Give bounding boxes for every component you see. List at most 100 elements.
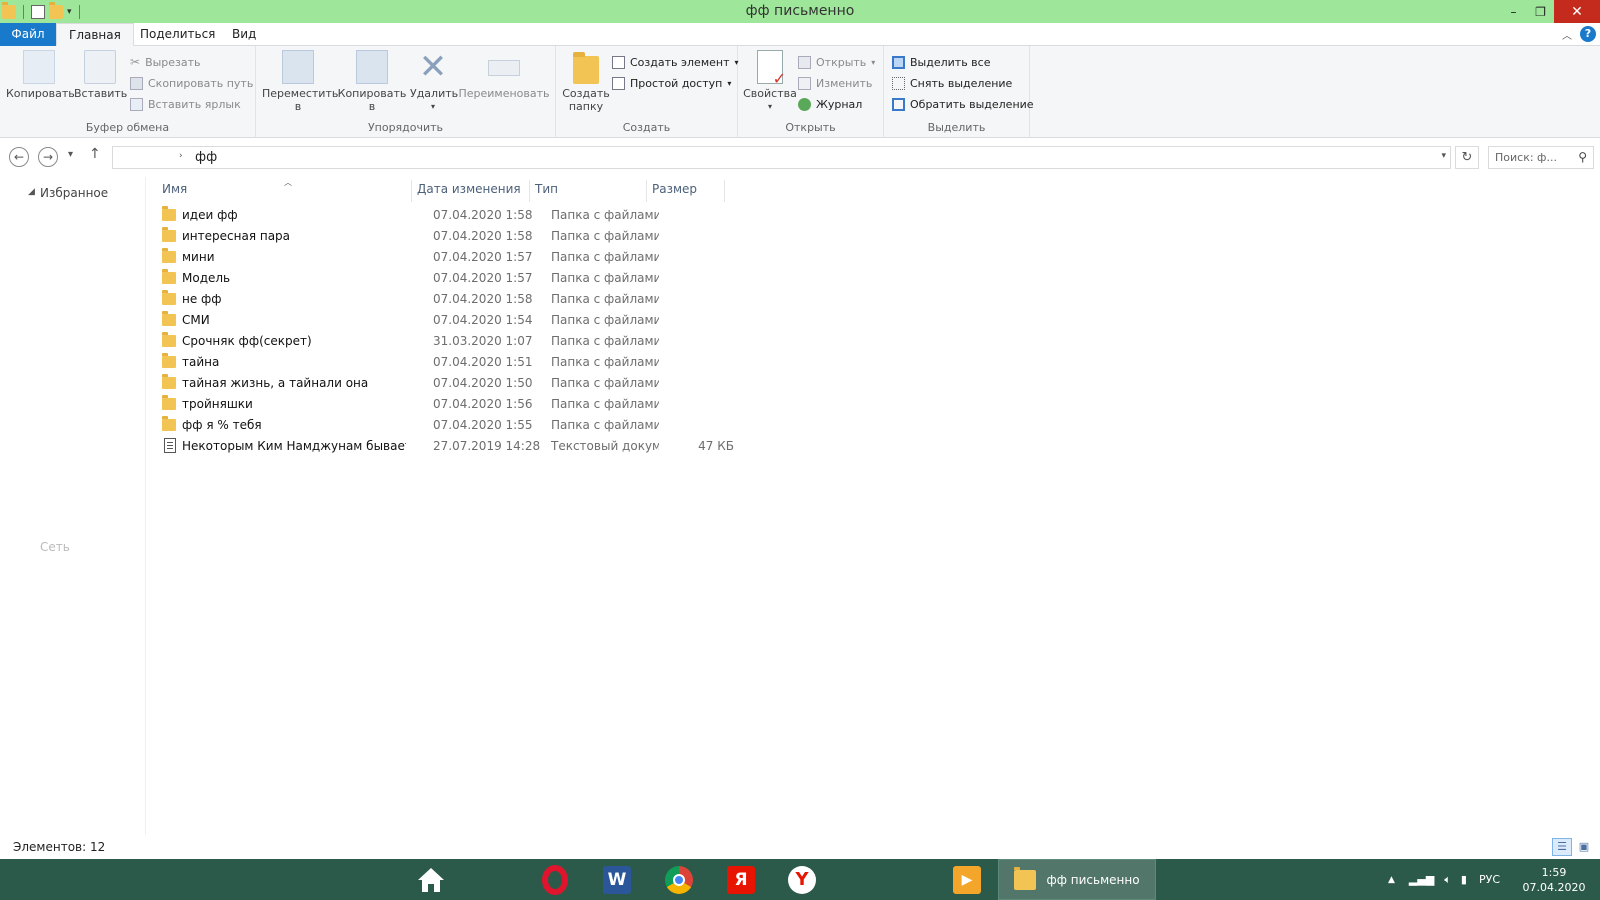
search-icon[interactable]: ⚲ (1578, 150, 1587, 164)
group-label-organize: Упорядочить (367, 121, 444, 134)
file-name: идеи фф (182, 208, 238, 222)
column-divider[interactable] (411, 180, 412, 202)
list-item[interactable]: СМИ 07.04.2020 1:54 Папка с файлами (162, 311, 882, 332)
list-item[interactable]: тройняшки 07.04.2020 1:56 Папка с файлами (162, 395, 882, 416)
recent-locations-dropdown-icon[interactable]: ▾ (68, 149, 73, 160)
tab-share[interactable]: Поделиться (128, 23, 227, 46)
address-bar[interactable]: › фф ▾ (112, 146, 1451, 169)
group-label-clipboard: Буфер обмена (85, 121, 170, 134)
invert-selection-button[interactable]: Обратить выделение (892, 94, 1034, 114)
status-bar: Элементов: 12 ☰ ▣ (0, 835, 1600, 859)
select-none-button[interactable]: Снять выделение (892, 73, 1012, 93)
open-button[interactable]: Открыть ▾ (798, 52, 875, 72)
nav-network[interactable]: Сеть (40, 540, 70, 554)
search-input[interactable]: Поиск: ф... ⚲ (1488, 146, 1594, 169)
file-date: 07.04.2020 1:57 (433, 271, 533, 285)
title-bar[interactable]: ▾ фф письменно – ❐ ✕ (0, 0, 1600, 23)
paste-shortcut-button[interactable]: Вставить ярлык (130, 94, 241, 114)
history-button[interactable]: Журнал (798, 94, 862, 114)
column-header-date[interactable]: Дата изменения (417, 182, 521, 202)
rename-button[interactable]: Переименовать (458, 50, 550, 100)
list-item[interactable]: не фф 07.04.2020 1:58 Папка с файлами (162, 290, 882, 311)
restore-button[interactable]: ❐ (1527, 0, 1554, 23)
file-name: тройняшки (182, 397, 253, 411)
folder-icon (1014, 866, 1037, 890)
taskbar-yandex-browser[interactable]: Y (780, 859, 930, 900)
column-divider[interactable] (646, 180, 647, 202)
column-divider[interactable] (529, 180, 530, 202)
paste-button[interactable]: Вставить (74, 50, 128, 100)
taskbar-word[interactable]: W (594, 859, 640, 900)
clock-date: 07.04.2020 (1522, 881, 1586, 894)
folder-icon (162, 290, 176, 305)
taskbar-explorer[interactable]: фф письменно (998, 859, 1156, 900)
list-item[interactable]: мини 07.04.2020 1:57 Папка с файлами (162, 248, 882, 269)
new-item-button[interactable]: Создать элемент ▾ (612, 52, 739, 72)
column-header-size[interactable]: Размер (652, 182, 697, 202)
folder-icon (162, 248, 176, 263)
taskbar-opera[interactable] (532, 859, 578, 900)
taskbar-yandex[interactable]: Я (718, 859, 764, 900)
list-item[interactable]: Модель 07.04.2020 1:57 Папка с файлами (162, 269, 882, 290)
column-divider[interactable] (724, 180, 725, 202)
taskbar-window[interactable] (1160, 859, 1316, 900)
minimize-button[interactable]: – (1500, 0, 1527, 23)
copy-button[interactable]: Копировать (6, 50, 75, 100)
tab-home[interactable]: Главная (56, 23, 134, 46)
clock[interactable]: 1:59 07.04.2020 (1516, 865, 1592, 895)
close-button[interactable]: ✕ (1554, 0, 1600, 23)
back-button[interactable]: ← (9, 147, 29, 167)
list-item[interactable]: тайна 07.04.2020 1:51 Папка с файлами (162, 353, 882, 374)
edit-button[interactable]: Изменить (798, 73, 872, 93)
nav-favorites[interactable]: Избранное (40, 186, 108, 200)
file-name: тайна (182, 355, 220, 369)
show-hidden-icons-icon[interactable]: ▲ (1388, 875, 1395, 885)
tab-file[interactable]: Файл (0, 23, 56, 46)
folder-icon (162, 311, 176, 326)
forward-button[interactable]: → (38, 147, 58, 167)
up-arrow-icon[interactable]: ↑ (89, 146, 101, 162)
expand-favorites-icon[interactable]: ◢ (28, 187, 35, 197)
address-dropdown-icon[interactable]: ▾ (1441, 151, 1446, 161)
move-to-button[interactable]: Переместить в (262, 50, 338, 113)
copy-path-button[interactable]: Скопировать путь (130, 73, 253, 93)
details-view-button[interactable]: ☰ (1552, 838, 1572, 856)
language-indicator[interactable]: РУС (1479, 873, 1500, 886)
taskbar-chrome[interactable] (656, 859, 702, 900)
list-item[interactable]: идеи фф 07.04.2020 1:58 Папка с файлами (162, 206, 882, 227)
breadcrumb-chevron-icon[interactable]: › (179, 151, 183, 161)
list-item[interactable]: тайная жизнь, а тайнали она 07.04.2020 1:… (162, 374, 882, 395)
volume-icon[interactable]: 🔈︎ (1444, 873, 1451, 887)
copy-to-button[interactable]: Копировать в (336, 50, 408, 113)
list-item[interactable]: Срочняк фф(секрет) 31.03.2020 1:07 Папка с… (162, 332, 882, 353)
select-all-button[interactable]: Выделить все (892, 52, 990, 72)
easy-access-button[interactable]: Простой доступ ▾ (612, 73, 731, 93)
invert-selection-icon (892, 97, 905, 111)
refresh-icon: ↻ (1461, 150, 1473, 165)
group-label-open: Открыть (785, 121, 836, 134)
column-header-name[interactable]: Имя (162, 182, 187, 202)
collapse-ribbon-icon[interactable]: ︿ (1562, 27, 1572, 42)
power-icon[interactable]: ▮ (1461, 873, 1467, 886)
taskbar-media-player[interactable]: ▶ (944, 859, 990, 900)
column-header-type[interactable]: Тип (535, 182, 558, 202)
list-item[interactable]: фф я % тебя 07.04.2020 1:55 Папка с файлам… (162, 416, 882, 437)
list-item[interactable]: интересная пара 07.04.2020 1:58 Папка с фа… (162, 227, 882, 248)
breadcrumb-current[interactable]: фф (195, 150, 217, 165)
invert-selection-label: Обратить выделение (910, 97, 1034, 111)
file-size: 47 КБ (698, 439, 734, 453)
properties-button[interactable]: ✓ Свойства ▾ (742, 50, 798, 113)
taskbar-home[interactable] (408, 859, 454, 900)
new-folder-big-icon (573, 52, 599, 84)
delete-button[interactable]: ✕ Удалить ▾ (410, 50, 458, 113)
new-folder-button[interactable]: Создать папку (560, 50, 612, 113)
help-icon[interactable]: ? (1580, 26, 1596, 42)
large-icons-view-button[interactable]: ▣ (1574, 838, 1594, 856)
list-item[interactable]: Некоторым Ким Намджунам бывает п... 27.07… (162, 437, 882, 458)
cut-button[interactable]: ✂ Вырезать (130, 52, 201, 72)
tab-view[interactable]: Вид (220, 23, 268, 46)
refresh-button[interactable]: ↻ (1455, 146, 1479, 169)
network-icon[interactable]: ▂▄▆ (1409, 873, 1434, 886)
paste-label: Вставить (74, 87, 128, 100)
select-none-icon (892, 76, 905, 90)
